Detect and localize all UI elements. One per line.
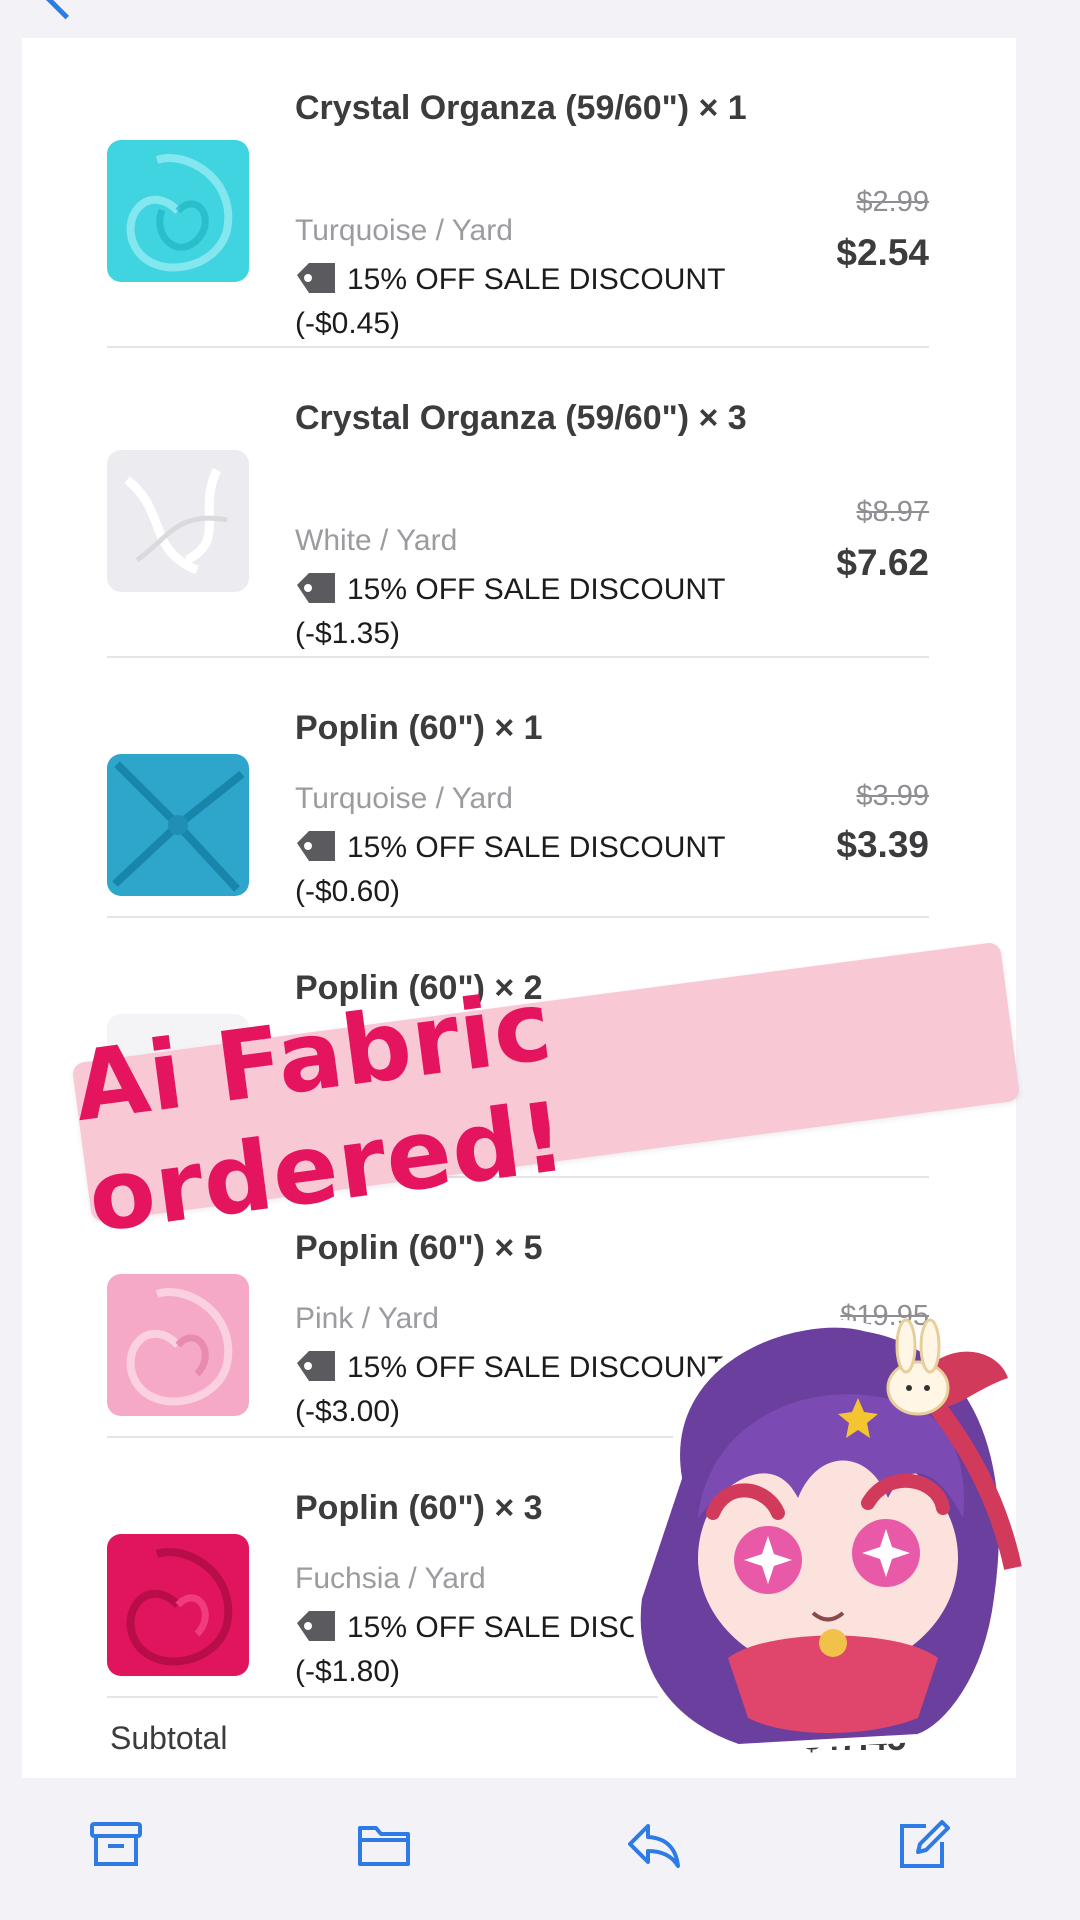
item-discount: 15% OFF SALE DISCOUNT (-$0.45) xyxy=(295,258,795,346)
item-discount: 15% OFF SALE DISCOUNT (-$1.35) xyxy=(295,568,795,656)
archive-icon[interactable] xyxy=(88,1818,144,1870)
discount-text: 15% OFF SALE DISCOUNT (-$0.45) xyxy=(295,263,725,340)
fabric-swatch-image xyxy=(107,450,249,592)
item-name: Poplin (60") × 5 xyxy=(295,1229,543,1267)
discount-tag-icon xyxy=(297,831,335,861)
item-discount: 15% OFF SALE DISCOUNT (-$0.60) xyxy=(295,826,795,914)
original-price: $2.99 xyxy=(856,186,929,218)
fabric-swatch-image xyxy=(107,1274,249,1416)
order-item: Crystal Organza (59/60") × 1 Turquoise /… xyxy=(107,82,929,340)
divider xyxy=(107,656,929,658)
anime-character-sticker xyxy=(632,1318,1022,1753)
item-name: Crystal Organza (59/60") × 3 xyxy=(295,399,747,437)
order-item: Poplin (60") × 1 Turquoise / Yard 15% OF… xyxy=(107,702,929,912)
reply-icon[interactable] xyxy=(626,1818,682,1870)
discount-tag-icon xyxy=(297,1611,335,1641)
sale-price: $3.39 xyxy=(836,824,929,865)
original-price: $3.99 xyxy=(856,780,929,812)
compose-icon[interactable] xyxy=(896,1818,952,1870)
subtotal-label: Subtotal xyxy=(110,1720,228,1756)
item-variant: Turquoise / Yard xyxy=(295,782,513,815)
fabric-thumbnail xyxy=(107,1534,249,1676)
top-navigation-bar xyxy=(0,0,1080,36)
fabric-thumbnail xyxy=(107,754,249,896)
discount-text: 15% OFF SALE DISCOUNT (-$1.35) xyxy=(295,573,725,650)
sale-price: $2.54 xyxy=(836,232,929,273)
fabric-swatch-image xyxy=(107,1534,249,1676)
item-name: Poplin (60") × 1 xyxy=(295,709,543,747)
fabric-thumbnail xyxy=(107,140,249,282)
discount-tag-icon xyxy=(297,1351,335,1381)
fabric-thumbnail xyxy=(107,1274,249,1416)
fabric-thumbnail xyxy=(107,450,249,592)
divider xyxy=(107,916,929,918)
original-price: $8.97 xyxy=(856,496,929,528)
item-variant: White / Yard xyxy=(295,524,458,557)
folder-icon[interactable] xyxy=(356,1818,412,1870)
discount-tag-icon xyxy=(297,573,335,603)
item-variant: Turquoise / Yard xyxy=(295,214,513,247)
item-variant: Fuchsia / Yard xyxy=(295,1562,486,1595)
back-chevron-icon[interactable] xyxy=(43,0,88,20)
item-name: Crystal Organza (59/60") × 1 xyxy=(295,89,747,127)
divider xyxy=(107,346,929,348)
sale-price: $7.62 xyxy=(836,542,929,583)
fabric-swatch-image xyxy=(107,140,249,282)
discount-tag-icon xyxy=(297,263,335,293)
fabric-swatch-image xyxy=(107,754,249,896)
item-variant: Pink / Yard xyxy=(295,1302,439,1335)
order-item: Crystal Organza (59/60") × 3 White / Yar… xyxy=(107,392,929,650)
discount-text: 15% OFF SALE DISCOUNT (-$0.60) xyxy=(295,831,725,908)
